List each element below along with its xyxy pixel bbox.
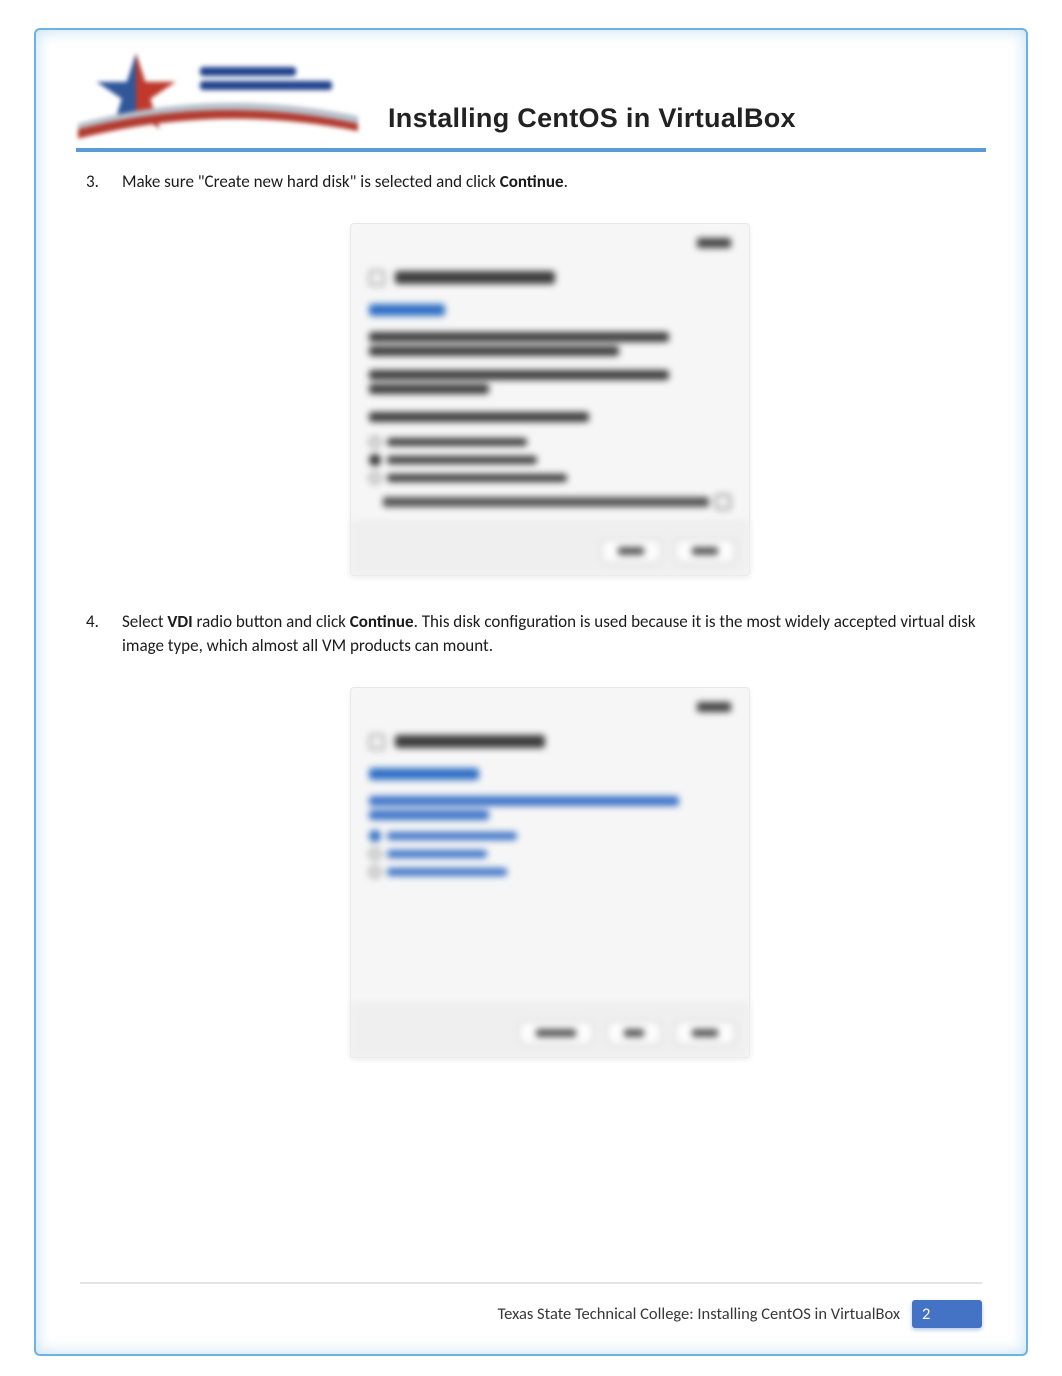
expert-mode-button[interactable] <box>519 1021 593 1045</box>
page-number: 2 <box>922 1304 930 1324</box>
page-header: Installing CentOS in VirtualBox <box>80 44 982 140</box>
step-4-bold-1: VDI <box>167 611 192 632</box>
step-4-text-mid: radio button and click <box>193 611 350 632</box>
back-button[interactable] <box>607 1021 661 1045</box>
document-body: Make sure "Create new hard disk" is sele… <box>80 170 982 1058</box>
file-type-options <box>369 830 731 878</box>
continue-button[interactable] <box>675 1021 735 1045</box>
step-3-bold: Continue <box>500 171 564 192</box>
tstc-logo <box>80 50 360 140</box>
footer-divider <box>80 1282 982 1284</box>
step-3-text-pre: Make sure "Create new hard disk" is sele… <box>122 171 500 192</box>
dialog-button-row <box>351 1004 749 1057</box>
document-page: Installing CentOS in VirtualBox Make sur… <box>0 0 1062 1376</box>
dialog-paragraph <box>369 796 731 820</box>
recommended-size-label <box>369 412 589 422</box>
section-heading <box>369 304 445 316</box>
page-footer: Texas State Technical College: Installin… <box>80 1298 982 1330</box>
screenshot-file-type <box>350 687 750 1058</box>
radio-option-3[interactable] <box>369 472 731 484</box>
page-frame: Installing CentOS in VirtualBox Make sur… <box>34 28 1028 1356</box>
step-3: Make sure "Create new hard disk" is sele… <box>84 170 978 576</box>
step-4-text-pre: Select <box>122 611 167 632</box>
step-4-bold-2: Continue <box>350 611 414 632</box>
radio-option-1[interactable] <box>369 436 731 448</box>
back-icon <box>369 734 385 750</box>
create-button[interactable] <box>675 539 735 563</box>
title-divider <box>76 148 986 152</box>
window-controls <box>369 702 731 712</box>
dialog-button-row <box>351 522 749 575</box>
step-4: Select VDI radio button and click Contin… <box>84 610 978 1058</box>
section-heading <box>369 768 479 780</box>
cancel-button[interactable] <box>601 539 661 563</box>
dialog-paragraph-2 <box>369 370 731 394</box>
step-3-text-post: . <box>564 171 568 192</box>
logo-text <box>200 62 332 95</box>
radio-vdi[interactable] <box>369 830 731 842</box>
dialog-title-row <box>369 734 731 750</box>
screenshot-create-vm <box>350 223 750 576</box>
dialog-title <box>395 271 555 284</box>
dialog-paragraph-1 <box>369 332 731 356</box>
radio-option-2[interactable] <box>369 454 731 466</box>
footer-text: Texas State Technical College: Installin… <box>498 1304 900 1324</box>
page-title: Installing CentOS in VirtualBox <box>388 103 796 140</box>
back-icon <box>369 270 385 286</box>
swoosh-icon <box>78 94 358 144</box>
radio-vmdk[interactable] <box>369 866 731 878</box>
radio-vhd[interactable] <box>369 848 731 860</box>
page-number-box: 2 <box>912 1300 982 1328</box>
instruction-list: Make sure "Create new hard disk" is sele… <box>84 170 978 1058</box>
browse-icon[interactable] <box>715 494 731 510</box>
hard-disk-options <box>369 436 731 484</box>
disk-file-path[interactable] <box>383 497 709 507</box>
window-controls <box>369 238 731 248</box>
disk-file-path-row <box>369 494 731 510</box>
dialog-title-row <box>369 270 731 286</box>
dialog-title <box>395 735 545 748</box>
